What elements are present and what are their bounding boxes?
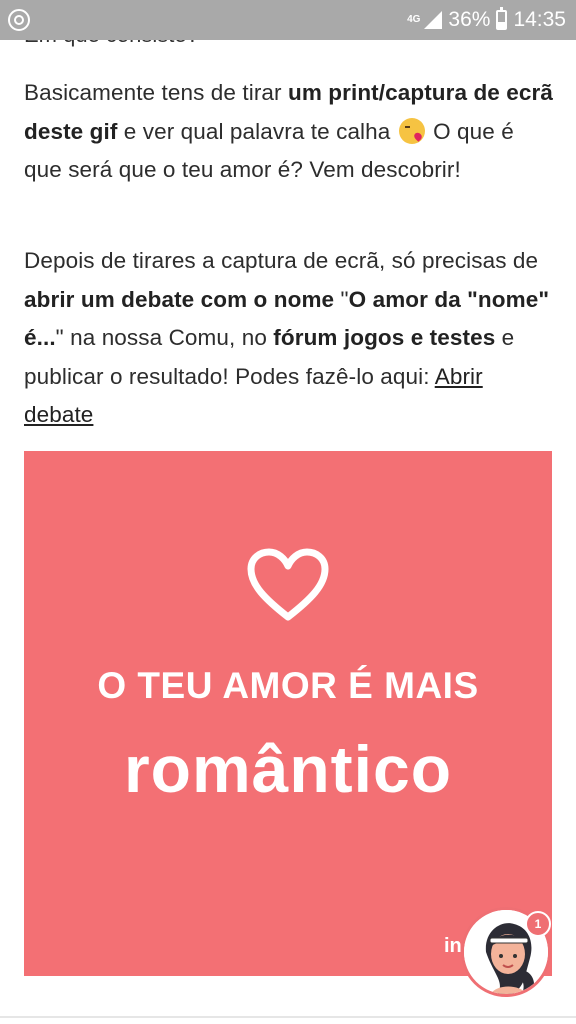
kiss-emoji-icon <box>398 117 425 144</box>
text-span: " na nossa Comu, no <box>55 325 274 350</box>
card-title: O TEU AMOR É MAIS <box>97 665 479 706</box>
network-type: 4G <box>407 14 421 25</box>
text-span: Depois de tirares a captura de ecrã, só … <box>24 248 539 273</box>
bold-span: fórum jogos e testes <box>273 325 496 350</box>
heart-outline-icon <box>247 548 329 621</box>
intro-paragraph: Basicamente tens de tirar um print/captu… <box>24 74 554 190</box>
battery-percent: 36% <box>448 8 491 31</box>
network-indicator: 4G <box>407 15 420 25</box>
card-brand-logo: in <box>444 935 462 957</box>
instructions-paragraph: Depois de tirares a captura de ecrã, só … <box>24 242 554 435</box>
status-bar: 4G 36% 14:35 <box>0 0 576 40</box>
signal-icon <box>424 11 443 29</box>
clock: 14:35 <box>513 8 566 31</box>
divider <box>0 1016 576 1018</box>
battery-icon <box>496 7 508 30</box>
text-span: " <box>334 286 349 312</box>
text-span: Basicamente tens de tirar <box>24 80 288 105</box>
notification-badge: 1 <box>525 911 551 937</box>
card-result-word: romântico <box>123 732 453 806</box>
bold-span: abrir um debate com o nome <box>24 286 335 312</box>
quiz-gif-card: O TEU AMOR É MAIS romântico in <box>24 451 552 976</box>
account-circle-icon <box>8 9 30 31</box>
text-span: e ver qual palavra te calha <box>117 118 397 144</box>
